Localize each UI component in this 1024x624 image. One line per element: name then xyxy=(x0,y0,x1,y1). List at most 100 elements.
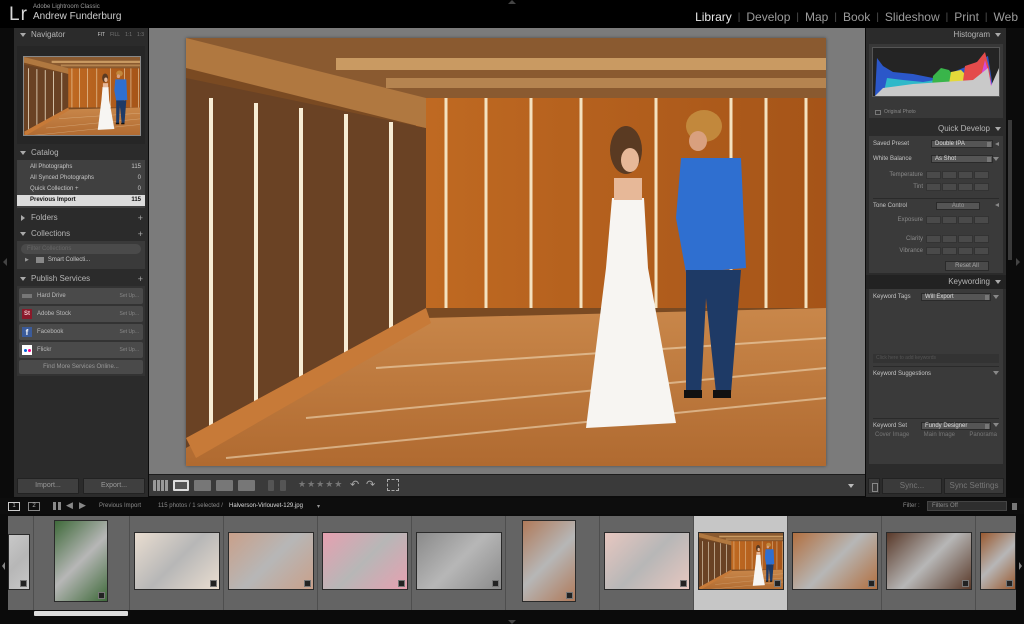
module-print[interactable]: Print xyxy=(954,10,979,24)
collapse-arrow-icon[interactable] xyxy=(995,203,999,207)
collapse-arrow-icon[interactable] xyxy=(995,142,999,146)
flag-pick-icon[interactable] xyxy=(268,480,274,491)
grid-icon[interactable] xyxy=(53,502,61,510)
histogram-header[interactable]: Histogram xyxy=(866,28,1006,42)
filmstrip-cell[interactable] xyxy=(976,516,1016,610)
filmstrip-cell[interactable] xyxy=(788,516,882,610)
filmstrip-thumbnail[interactable] xyxy=(8,534,30,590)
reset-all-button[interactable]: Reset All xyxy=(945,261,989,271)
keyword-set-select[interactable]: Fundy Designer xyxy=(921,421,991,430)
survey-view-icon[interactable] xyxy=(216,480,233,491)
filmstrip-scrollbar[interactable] xyxy=(34,611,128,616)
collapse-bottom-icon[interactable] xyxy=(508,620,516,624)
publish-adobe-stock[interactable]: St Adobe Stock Set Up... xyxy=(19,306,143,322)
primary-display-button[interactable]: 1 xyxy=(8,502,20,511)
keyword-tags-select[interactable]: Will Export xyxy=(921,293,991,301)
disclosure-triangle-icon[interactable]: ▶ xyxy=(25,254,29,266)
catalog-item-all-synced[interactable]: All Synced Photographs 0 xyxy=(17,173,145,184)
flag-reject-icon[interactable] xyxy=(280,480,286,491)
filmstrip-thumbnail[interactable] xyxy=(980,532,1016,590)
filmstrip-cell[interactable] xyxy=(506,516,600,610)
keywording-header[interactable]: Keywording xyxy=(866,275,1006,289)
filmstrip-cell[interactable] xyxy=(224,516,318,610)
module-develop[interactable]: Develop xyxy=(746,10,790,24)
tint-buttons[interactable] xyxy=(926,183,989,191)
rotate-left-icon[interactable]: ↶ xyxy=(350,478,359,491)
filter-lock-icon[interactable] xyxy=(1012,503,1017,510)
collections-filter-input[interactable]: Filter Collections xyxy=(21,244,141,254)
filmstrip-thumbnail[interactable] xyxy=(416,532,502,590)
filmstrip-thumbnail[interactable] xyxy=(134,532,220,590)
temperature-buttons[interactable] xyxy=(926,171,989,179)
module-map[interactable]: Map xyxy=(805,10,828,24)
collection-item-smart[interactable]: ▶ Smart Collecti... xyxy=(21,254,141,266)
white-balance-select[interactable]: As Shot xyxy=(931,155,993,163)
filmstrip-cell[interactable] xyxy=(412,516,506,610)
filmstrip-cell[interactable] xyxy=(600,516,694,610)
module-slideshow[interactable]: Slideshow xyxy=(885,10,940,24)
source-label[interactable]: Previous Import xyxy=(99,503,141,509)
navigator-preview[interactable] xyxy=(17,46,145,144)
setup-link[interactable]: Set Up... xyxy=(120,311,139,317)
quick-develop-header[interactable]: Quick Develop xyxy=(866,122,1006,136)
import-button[interactable]: Import... xyxy=(17,478,79,494)
filmstrip-thumbnail[interactable] xyxy=(698,532,784,590)
keyword-set-item[interactable]: Cover Image xyxy=(875,432,909,438)
catalog-item-quick-collection[interactable]: Quick Collection + 0 xyxy=(17,184,145,195)
secondary-display-button[interactable]: 2 xyxy=(28,502,40,511)
add-collection-icon[interactable]: + xyxy=(138,227,143,241)
setup-link[interactable]: Set Up... xyxy=(120,329,139,335)
zoom-fill[interactable]: FILL xyxy=(110,28,120,42)
module-book[interactable]: Book xyxy=(843,10,870,24)
exposure-buttons[interactable] xyxy=(926,216,989,224)
catalog-item-previous-import[interactable]: Previous Import 115 xyxy=(17,195,145,206)
folders-header[interactable]: Folders + xyxy=(14,211,148,225)
forward-arrow-icon[interactable]: ▶ xyxy=(79,500,86,511)
filmstrip-cell[interactable] xyxy=(694,516,788,610)
grid-view-icon[interactable] xyxy=(153,480,169,491)
main-photo[interactable] xyxy=(186,38,826,466)
module-web[interactable]: Web xyxy=(994,10,1018,24)
back-arrow-icon[interactable]: ◀ xyxy=(66,500,73,511)
filmstrip-cell[interactable] xyxy=(318,516,412,610)
filmstrip-scroll-right-icon[interactable] xyxy=(1019,562,1022,570)
sync-settings-button[interactable]: Sync Settings xyxy=(944,478,1004,494)
publish-services-header[interactable]: Publish Services + xyxy=(14,272,148,286)
filmstrip-cell[interactable] xyxy=(130,516,224,610)
original-photo-checkbox[interactable] xyxy=(875,109,881,115)
star-rating[interactable]: ★★★★★ xyxy=(298,479,343,490)
navigator-header[interactable]: Navigator FIT FILL 1:1 1:3 xyxy=(14,28,148,42)
filename-dropdown-icon[interactable]: ▾ xyxy=(317,503,320,510)
saved-preset-select[interactable]: Double IPA xyxy=(931,140,993,148)
original-photo-toggle[interactable]: Original Photo xyxy=(875,109,916,115)
add-publish-service-icon[interactable]: + xyxy=(138,272,143,286)
filmstrip-thumbnail[interactable] xyxy=(54,520,108,602)
filmstrip-cell[interactable] xyxy=(34,516,130,610)
crop-overlay-icon[interactable] xyxy=(387,479,399,491)
collapse-top-icon[interactable] xyxy=(508,0,516,4)
expand-arrow-icon[interactable] xyxy=(993,157,999,161)
loupe-view-icon[interactable] xyxy=(173,480,189,491)
filmstrip-thumbnail[interactable] xyxy=(792,532,878,590)
zoom-1-1[interactable]: 1:1 xyxy=(125,28,132,42)
navigator-thumbnail[interactable] xyxy=(23,56,141,136)
export-button[interactable]: Export... xyxy=(83,478,145,494)
setup-link[interactable]: Set Up... xyxy=(120,347,139,353)
keyword-set-item[interactable]: Main Image xyxy=(924,432,955,438)
publish-hard-drive[interactable]: Hard Drive Set Up... xyxy=(19,288,143,304)
catalog-item-all-photographs[interactable]: All Photographs 115 xyxy=(17,162,145,173)
module-library[interactable]: Library xyxy=(695,10,732,24)
histogram[interactable]: Original Photo xyxy=(869,44,1003,118)
vibrance-buttons[interactable] xyxy=(926,247,989,255)
collections-header[interactable]: Collections + xyxy=(14,227,148,241)
toolbar-options-icon[interactable] xyxy=(848,484,854,488)
clarity-buttons[interactable] xyxy=(926,235,989,243)
rotate-right-icon[interactable]: ↷ xyxy=(366,478,375,491)
compare-view-icon[interactable] xyxy=(194,480,211,491)
add-keywords-input[interactable]: Click here to add keywords xyxy=(873,354,999,363)
filmstrip-thumbnail[interactable] xyxy=(322,532,408,590)
publish-flickr[interactable]: Flickr Set Up... xyxy=(19,342,143,358)
find-more-services-button[interactable]: Find More Services Online... xyxy=(19,360,143,374)
publish-facebook[interactable]: f Facebook Set Up... xyxy=(19,324,143,340)
people-view-icon[interactable] xyxy=(238,480,255,491)
